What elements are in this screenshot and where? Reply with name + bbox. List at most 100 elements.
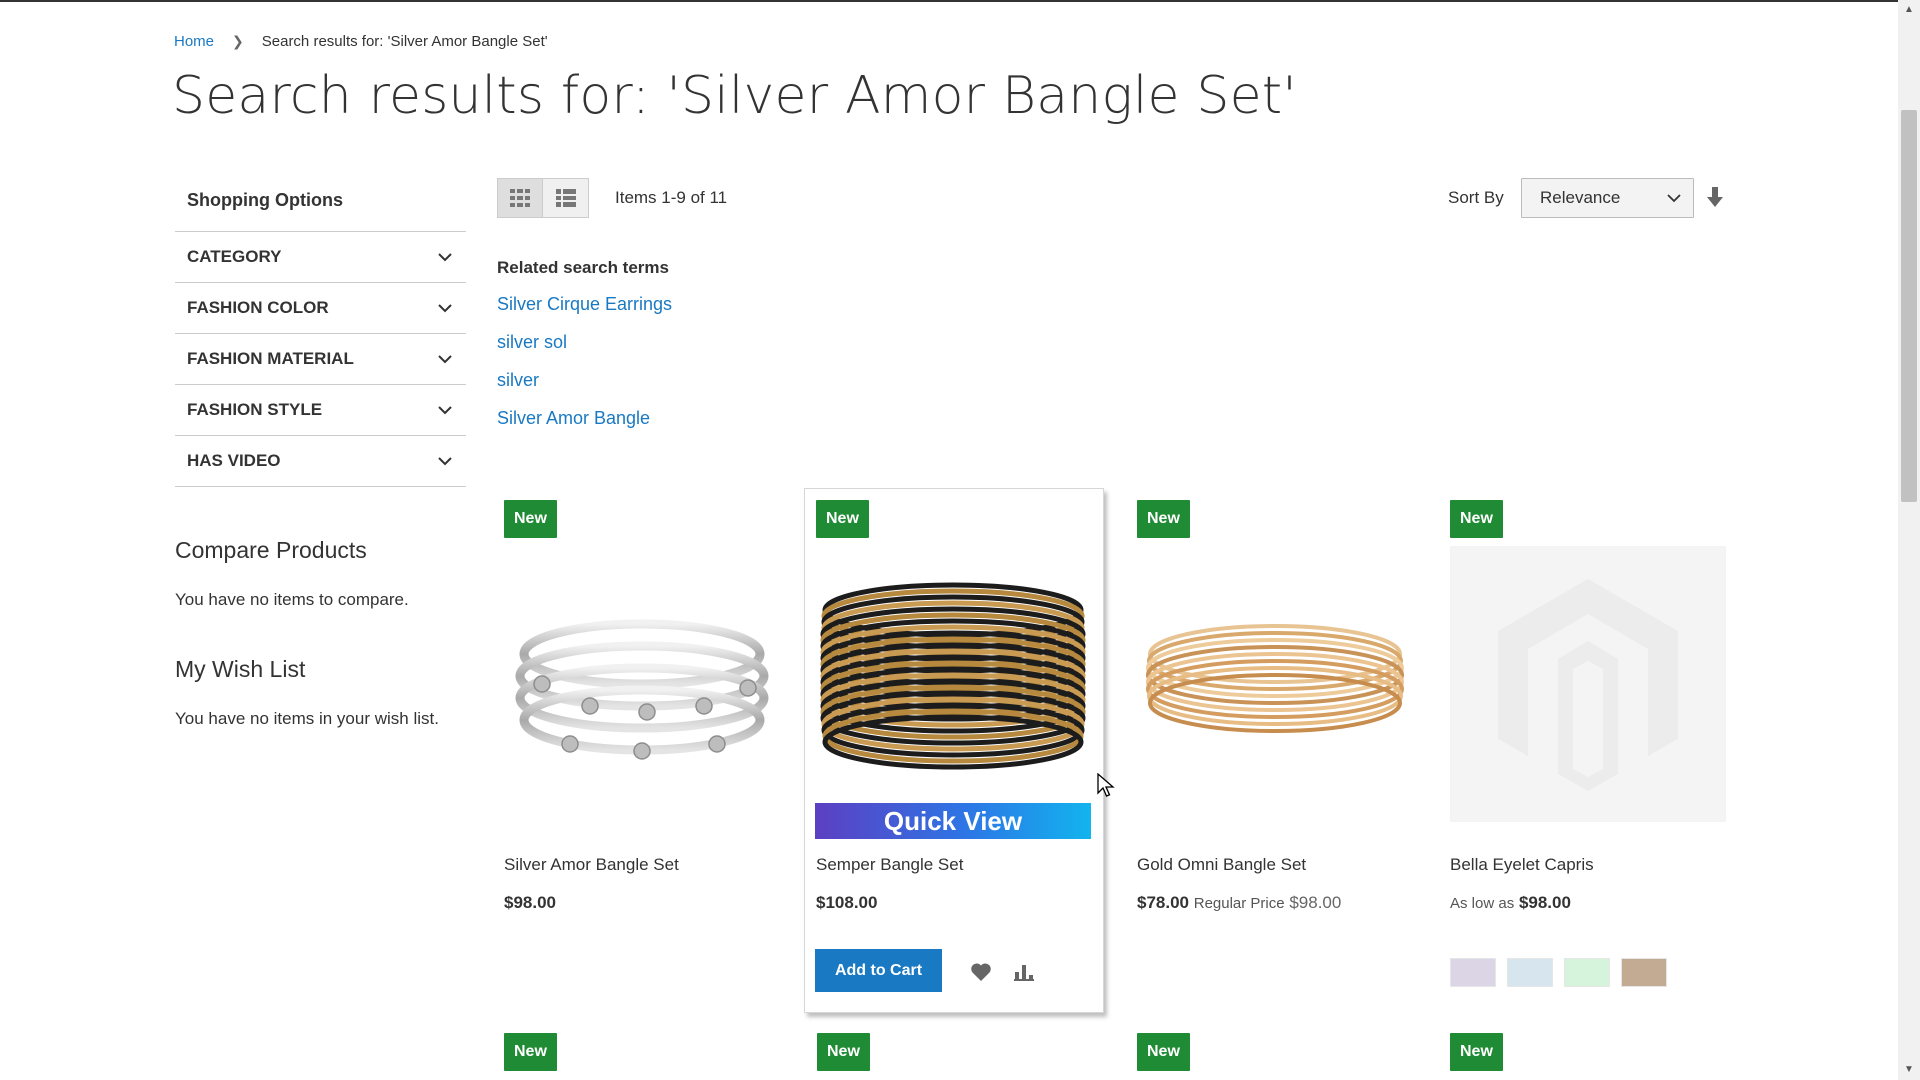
regular-price: $98.00 <box>1289 893 1342 912</box>
add-to-cart-button[interactable]: Add to Cart <box>815 949 942 992</box>
chevron-down-icon <box>438 457 452 466</box>
grid-view-button[interactable] <box>497 178 543 218</box>
related-search-list: Silver Cirque Earrings silver sol silver… <box>497 294 672 446</box>
as-low-as-label: As low as <box>1450 895 1515 912</box>
filter-label: FASHION COLOR <box>187 298 329 317</box>
chevron-right-icon: ❯ <box>232 33 244 49</box>
scroll-up-icon[interactable]: ▲ <box>1898 0 1920 20</box>
filter-label: CATEGORY <box>187 247 282 266</box>
product-item: New <box>497 1033 797 1080</box>
list-item: Silver Amor Bangle <box>497 408 672 446</box>
grid-icon <box>510 189 530 207</box>
color-swatches <box>1450 958 1667 987</box>
color-swatch[interactable] <box>1564 958 1610 987</box>
product-price: As low as $98.00 <box>1450 893 1571 913</box>
wishlist-button[interactable] <box>968 959 994 985</box>
color-swatch[interactable] <box>1507 958 1553 987</box>
sort-direction-arrow-icon[interactable] <box>1706 185 1724 209</box>
product-name[interactable]: Gold Omni Bangle Set <box>1137 855 1306 875</box>
breadcrumb: Home ❯ Search results for: 'Silver Amor … <box>174 33 548 50</box>
product-price: $78.00 Regular Price $98.00 <box>1137 893 1341 913</box>
product-item: New <box>1130 1033 1430 1080</box>
list-item: Silver Cirque Earrings <box>497 294 672 332</box>
scroll-down-icon[interactable]: ▼ <box>1898 1060 1920 1080</box>
chevron-down-icon <box>1667 194 1681 203</box>
filter-label: FASHION MATERIAL <box>187 349 354 368</box>
product-image[interactable] <box>1137 546 1413 822</box>
related-search-title: Related search terms <box>497 258 669 277</box>
color-swatch[interactable] <box>1450 958 1496 987</box>
sidebar: Shopping Options CATEGORY FASHION COLOR … <box>175 180 466 729</box>
heart-icon <box>971 963 991 981</box>
chevron-down-icon <box>438 355 452 364</box>
mouse-cursor-icon <box>1097 773 1115 797</box>
related-term-link[interactable]: Silver Cirque Earrings <box>497 294 672 314</box>
sort-by-label: Sort By <box>1448 188 1504 207</box>
sort-by-select[interactable]: Relevance <box>1521 178 1694 218</box>
filter-fashion-material[interactable]: FASHION MATERIAL <box>175 334 466 385</box>
black-gold-bangle-image <box>820 582 1086 770</box>
new-badge: New <box>817 1033 870 1071</box>
compare-empty-message: You have no items to compare. <box>175 590 409 609</box>
list-view-button[interactable] <box>543 178 589 218</box>
list-icon <box>555 189 576 207</box>
chevron-down-icon <box>438 406 452 415</box>
shopping-options-title: Shopping Options <box>175 180 466 232</box>
view-mode-switcher <box>497 178 589 218</box>
chevron-down-icon <box>438 253 452 262</box>
product-image[interactable] <box>1450 546 1726 822</box>
list-item: silver <box>497 370 672 408</box>
product-item: New <box>1443 1033 1743 1080</box>
gold-bangle-image <box>1146 624 1404 733</box>
related-term-link[interactable]: silver sol <box>497 332 567 352</box>
new-badge: New <box>1137 1033 1190 1071</box>
sort-by-value: Relevance <box>1540 188 1621 207</box>
page-title: Search results for: 'Silver Amor Bangle … <box>172 66 1297 126</box>
silver-bangle-image <box>515 619 769 760</box>
compare-chart-icon <box>1014 965 1034 981</box>
product-item-bella-eyelet-capris: New Bella Eyelet Capris As low as $98.00 <box>1443 500 1743 987</box>
scrollbar-thumb[interactable] <box>1901 110 1917 502</box>
vertical-scrollbar[interactable]: ▲ ▼ <box>1898 0 1920 1080</box>
related-term-link[interactable]: Silver Amor Bangle <box>497 408 650 428</box>
wishlist-title: My Wish List <box>175 656 306 682</box>
toolbar-amount: Items 1-9 of 11 <box>615 188 728 207</box>
wishlist-empty-message: You have no items in your wish list. <box>175 709 439 728</box>
list-item: silver sol <box>497 332 672 370</box>
filter-has-video[interactable]: HAS VIDEO <box>175 436 466 487</box>
new-badge: New <box>504 1033 557 1071</box>
product-price: $108.00 <box>816 893 878 912</box>
product-name[interactable]: Semper Bangle Set <box>816 855 963 875</box>
filter-label: FASHION STYLE <box>187 400 323 419</box>
new-badge: New <box>504 500 557 538</box>
regular-price-label: Regular Price <box>1193 895 1285 912</box>
filter-fashion-color[interactable]: FASHION COLOR <box>175 283 466 334</box>
filter-category[interactable]: CATEGORY <box>175 232 466 283</box>
filter-label: HAS VIDEO <box>187 451 281 470</box>
product-name[interactable]: Bella Eyelet Capris <box>1450 855 1594 875</box>
product-price: $98.00 <box>504 893 556 912</box>
product-item-silver-amor-bangle-set: New Silver Amor Bangle Set $98.00 <box>497 500 797 930</box>
new-badge: New <box>816 500 869 538</box>
product-item-gold-omni-bangle-set: New Gold Omni Bangle Set $78.00 Regular … <box>1130 500 1430 930</box>
new-badge: New <box>1137 500 1190 538</box>
breadcrumb-home-link[interactable]: Home <box>174 33 214 50</box>
related-term-link[interactable]: silver <box>497 370 539 390</box>
product-item-semper-bangle-set: New Quick View Semper Bangle Set $108.00… <box>804 488 1104 1013</box>
product-item: New <box>810 1033 1110 1080</box>
breadcrumb-current: Search results for: 'Silver Amor Bangle … <box>261 33 548 50</box>
product-image[interactable] <box>504 546 780 822</box>
new-badge: New <box>1450 500 1503 538</box>
product-image[interactable] <box>815 547 1091 823</box>
new-badge: New <box>1450 1033 1503 1071</box>
quick-view-button[interactable]: Quick View <box>815 803 1091 839</box>
compare-button[interactable] <box>1011 959 1037 985</box>
final-price: $78.00 <box>1137 893 1189 912</box>
chevron-down-icon <box>438 304 452 313</box>
color-swatch[interactable] <box>1621 958 1667 987</box>
compare-products-title: Compare Products <box>175 537 367 563</box>
product-name[interactable]: Silver Amor Bangle Set <box>504 855 679 875</box>
placeholder-logo-image <box>1498 579 1678 791</box>
filter-fashion-style[interactable]: FASHION STYLE <box>175 385 466 436</box>
final-price: $98.00 <box>1518 893 1571 912</box>
